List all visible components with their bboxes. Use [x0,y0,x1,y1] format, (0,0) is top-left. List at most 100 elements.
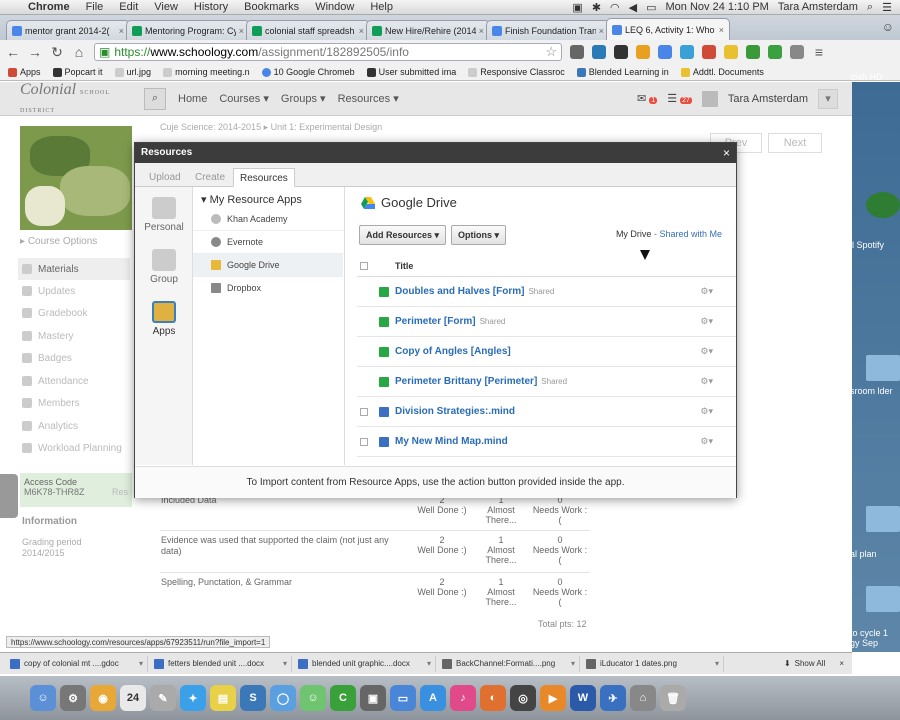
title-column-header[interactable]: Title [395,261,413,271]
reload-icon[interactable]: ↻ [50,44,64,61]
sidebar-item-attendance[interactable]: Attendance [18,370,130,392]
sidebar-item-badges[interactable]: Badges [18,347,130,369]
next-button[interactable]: Next [768,133,822,153]
notifications-icon[interactable]: ☰ 27 [667,92,692,105]
file-checkbox[interactable] [360,407,368,416]
menu-file[interactable]: File [78,1,112,13]
gear-icon[interactable]: ⚙▾ [700,316,713,327]
dock-app-icon[interactable]: ◎ [510,685,536,711]
dock-app-icon[interactable]: ▭ [390,685,416,711]
menu-clock[interactable]: Mon Nov 24 1:10 PM [666,1,769,13]
sidebar-item-members[interactable]: Members [18,392,130,414]
bookmark-item[interactable]: Responsive Classroc [468,67,565,77]
chrome-menu-icon[interactable]: ≡ [812,44,826,60]
desktop-label[interactable]: to cycle 1 gy Sep [850,628,900,648]
bookmark-star-icon[interactable]: ☆ [545,44,557,60]
download-item[interactable]: BackChannel:Formati....png ▾ [442,655,580,672]
file-row[interactable]: My New Mind Map.mind ⚙▾ [357,427,736,457]
volume-icon[interactable]: ◀ [629,1,637,14]
bookmark-item[interactable]: Apps [8,67,41,77]
back-arrow-icon[interactable]: ← [6,44,20,60]
district-logo[interactable]: Colonial SCHOOL DISTRICT [0,81,120,117]
dock-app-icon[interactable]: 🗑 [660,685,686,711]
app-menu[interactable]: Chrome [20,1,78,13]
folder-icon[interactable] [866,586,900,612]
file-name[interactable]: Perimeter [Form] Shared [395,316,505,327]
nav-home[interactable]: Home [178,93,207,105]
my-drive-tab[interactable]: My Drive [616,229,652,239]
dock-app-icon[interactable]: ◯ [270,685,296,711]
dock-app-icon[interactable]: ◉ [90,685,116,711]
dock-app-icon[interactable]: ◐ [480,685,506,711]
dock-app-icon[interactable]: A [420,685,446,711]
wifi-icon[interactable]: ◠ [610,1,620,14]
dock-app-icon[interactable]: ✎ [150,685,176,711]
sidebar-item-updates[interactable]: Updates [18,280,130,302]
app-khan-academy[interactable]: Khan Academy [193,207,343,230]
apps-header[interactable]: ▾ My Resource Apps [201,193,302,206]
browser-tab[interactable]: colonial staff spreadsh × [246,20,370,40]
dock-app-icon[interactable]: ▤ [210,685,236,711]
tab-close-icon[interactable]: × [599,26,604,36]
gear-icon[interactable]: ⚙▾ [700,346,713,357]
menu-view[interactable]: View [146,1,186,13]
dock-app-icon[interactable]: ▶ [540,685,566,711]
desktop-label[interactable]: al plan [850,549,877,559]
extension-icon[interactable] [790,45,804,59]
dock-app-icon[interactable]: ✦ [180,685,206,711]
browser-tab[interactable]: mentor grant 2014-2(× [6,20,130,40]
file-name[interactable]: Copy of Angles [Angles] [395,346,515,357]
menu-window[interactable]: Window [307,1,362,13]
menu-help[interactable]: Help [362,1,401,13]
category-personal[interactable]: Personal [135,197,193,233]
bookmark-item[interactable]: Addtl. Documents [680,67,764,77]
extension-icon[interactable] [636,45,650,59]
profile-icon[interactable]: ☺ [876,16,900,40]
notification-icon[interactable]: ☰ [882,1,892,14]
tab-close-icon[interactable]: × [359,26,364,36]
battery-icon[interactable]: ▭ [646,1,656,14]
address-bar[interactable]: ▣ https://www.schoology.com/assignment/1… [94,43,562,61]
download-item[interactable]: blended unit graphic....docx ▾ [298,655,436,672]
search-icon[interactable]: ⌕ [144,87,166,110]
show-all-downloads[interactable]: ⬇ Show All × [784,659,852,668]
browser-tab[interactable]: New Hire/Rehire (2014 × [366,20,490,40]
file-name[interactable]: Perimeter Brittany [Perimeter] Shared [395,376,567,387]
menu-edit[interactable]: Edit [111,1,146,13]
extension-icon[interactable] [680,45,694,59]
messages-icon[interactable]: ✉ 1 [637,92,658,105]
app-dropbox[interactable]: Dropbox [193,276,343,299]
bookmark-item[interactable]: url.jpg [114,67,151,77]
dock-app-icon[interactable]: 24 [120,685,146,711]
bookmark-item[interactable]: Popcart it [52,67,103,77]
browser-tab[interactable]: Mentoring Program: Cy × [126,20,250,40]
nav-resources[interactable]: Resources ▾ [338,92,399,105]
file-row[interactable]: Perimeter Brittany [Perimeter] Shared ⚙▾ [357,367,736,397]
extension-icon[interactable] [592,45,606,59]
tab-create[interactable]: Create [189,168,231,187]
spotify-icon[interactable] [866,192,900,218]
dock-app-icon[interactable]: ⌂ [630,685,656,711]
bookmark-item[interactable]: 10 Google Chromeb [261,67,355,77]
category-group[interactable]: Group [135,249,193,285]
extension-icon[interactable] [768,45,782,59]
tab-close-icon[interactable]: × [119,26,124,36]
extension-icon[interactable] [702,45,716,59]
category-apps[interactable]: Apps [135,301,193,337]
breadcrumb[interactable]: Cuje Science: 2014-2015 ▸ Unit 1: Experi… [160,122,382,133]
menu-user[interactable]: Tara Amsterdam [778,1,858,13]
tab-close-icon[interactable]: × [719,25,724,35]
gear-icon[interactable]: ⚙▾ [700,406,713,417]
desktop-label[interactable]: sroom lder [850,386,900,396]
user-name[interactable]: Tara Amsterdam [728,93,808,105]
dock-app-icon[interactable]: W [570,685,596,711]
file-row[interactable]: Copy of Angles [Angles] ⚙▾ [357,337,736,367]
access-code-reset[interactable]: Res [112,487,128,497]
desktop-label[interactable]: tosh HD [850,72,883,82]
dock-app-icon[interactable]: ☺ [300,685,326,711]
desktop-label[interactable]: ll Spotify [850,240,884,250]
select-all-checkbox[interactable] [360,262,368,270]
extension-icon[interactable] [746,45,760,59]
sidebar-item-mastery[interactable]: Mastery [18,325,130,347]
file-checkbox[interactable] [360,437,368,446]
